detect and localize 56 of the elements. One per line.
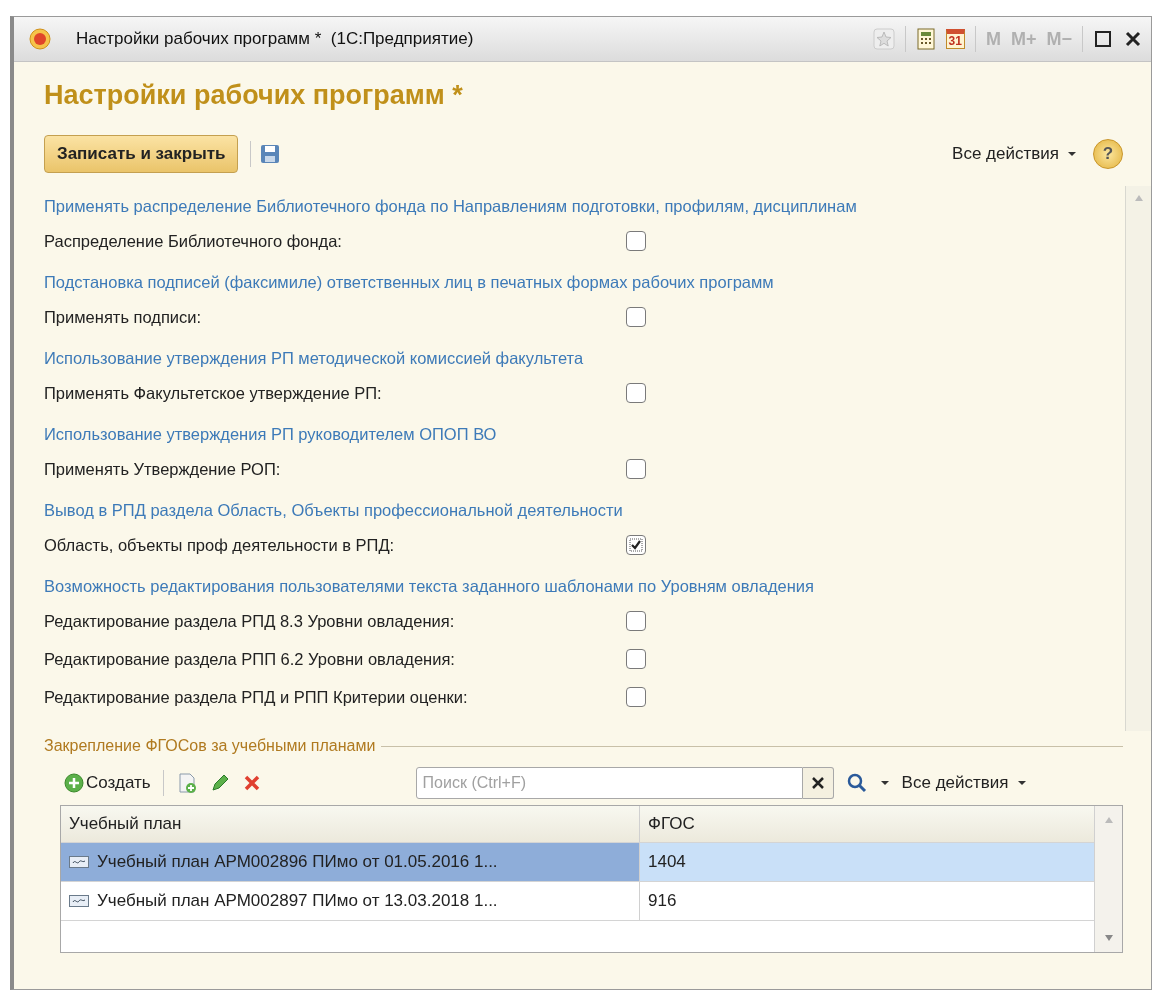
scroll-down-icon[interactable] [1103, 934, 1114, 942]
all-actions-menu[interactable]: Все действия [952, 144, 1077, 164]
scrollbar[interactable] [1094, 806, 1122, 952]
column-header[interactable]: Учебный план [61, 806, 640, 842]
calendar-icon[interactable]: 31 [945, 29, 965, 49]
table-row[interactable]: Учебный план АРМ002897 ПИмо от 13.03.2018 1... 916 [61, 882, 1094, 921]
checkbox[interactable] [626, 535, 646, 555]
clear-icon[interactable] [802, 767, 834, 799]
window-title: Настройки рабочих программ * (1С:Предприятие) [76, 29, 474, 49]
caret-icon[interactable] [879, 780, 890, 786]
scrollbar[interactable] [1125, 186, 1151, 731]
app-logo-icon [28, 27, 52, 51]
checkbox-label: Применять Утверждение РОП: [44, 459, 282, 479]
help-button[interactable]: ? [1093, 139, 1123, 169]
checkbox[interactable] [626, 611, 646, 631]
checkbox-label: Редактирование раздела РПД 8.3 Уровни овладения: [44, 611, 456, 631]
document-icon [69, 895, 89, 907]
save-and-close-button[interactable]: Записать и закрыть [44, 135, 239, 173]
search-field[interactable]: Поиск (Ctrl+F) [415, 767, 803, 799]
table-cell: Учебный план АРМ002896 ПИмо от 01.05.2016 1... [97, 852, 498, 872]
group-title: Закрепление ФГОСов за учебными планами [44, 737, 376, 755]
checkbox-label: Область, объекты проф деятельности в РПД: [44, 535, 396, 555]
search-icon[interactable] [845, 772, 868, 794]
section-caption: Применять распределение Библиотечного фонда по Направлениям подготовки, профилям, дисциплинам [44, 196, 858, 217]
form-title: Настройки рабочих программ * [44, 80, 464, 112]
checkbox-label: Применять Факультетское утверждение РП: [44, 383, 383, 403]
checkbox-label: Редактирование раздела РПП 6.2 Уровни овладения: [44, 649, 456, 669]
pencil-icon[interactable] [209, 773, 230, 793]
section-caption: Вывод в РПД раздела Область, Объекты профессиональной деятельности [44, 500, 624, 521]
checkbox[interactable] [626, 459, 646, 479]
plus-icon [64, 773, 84, 793]
checkbox[interactable] [626, 383, 646, 403]
checkbox[interactable] [626, 687, 646, 707]
all-actions-menu[interactable]: Все действия [901, 773, 1027, 793]
save-icon[interactable] [259, 143, 282, 165]
section-caption: Использование утверждения РП руководителем ОПОП ВО [44, 424, 498, 445]
checkbox[interactable] [626, 307, 646, 327]
checkbox[interactable] [626, 649, 646, 669]
close-icon[interactable] [1123, 29, 1143, 49]
checkbox-label: Редактирование раздела РПД и РПП Критерии оценки: [44, 687, 469, 707]
table-cell: Учебный план АРМ002897 ПИмо от 13.03.2018 1... [97, 891, 498, 911]
maximize-icon[interactable] [1093, 29, 1113, 49]
section-caption: Подстановка подписей (факсимиле) ответственных лиц в печатных формах рабочих программ [44, 272, 775, 293]
caret-icon [1016, 780, 1027, 786]
document-icon [69, 856, 89, 868]
caret-icon [1067, 151, 1077, 157]
checkbox-label: Применять подписи: [44, 307, 203, 327]
calculator-icon[interactable] [915, 28, 936, 50]
checkbox[interactable] [626, 231, 646, 251]
column-header[interactable]: ФГОС [640, 806, 1094, 842]
section-caption: Использование утверждения РП методической комиссией факультета [44, 348, 585, 369]
table-cell: 916 [648, 891, 677, 911]
table-cell: 1404 [648, 852, 686, 872]
checkbox-label: Распределение Библиотечного фонда: [44, 231, 343, 251]
section-caption: Возможность редактирования пользователями текста заданного шаблонами по Уровням овладения [44, 576, 815, 597]
create-button[interactable]: Создать [64, 773, 151, 793]
